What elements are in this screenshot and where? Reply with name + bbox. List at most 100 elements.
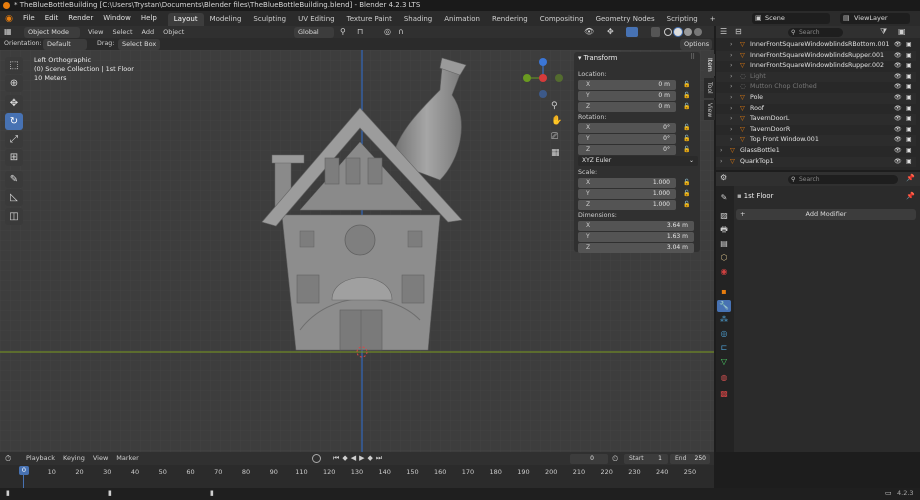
shading-solid-icon[interactable] (674, 28, 682, 36)
render-camera-icon[interactable]: ▣ (906, 93, 912, 104)
expand-chevron-icon[interactable]: › (730, 104, 733, 115)
scene-selector[interactable]: ▣ Scene (752, 13, 830, 24)
location-x-field[interactable]: X0 m (578, 80, 676, 90)
visibility-eye-icon[interactable]: 👁 (894, 104, 902, 115)
zoom-icon[interactable]: ⚲ (551, 101, 558, 111)
location-z-field[interactable]: Z0 m (578, 102, 676, 112)
options-dropdown[interactable]: Options (680, 38, 712, 50)
lock-icon[interactable]: 🔓 (683, 146, 690, 154)
measure-tool-icon[interactable]: ◺ (5, 189, 23, 206)
render-camera-icon[interactable]: ▣ (906, 114, 912, 125)
tab-tool[interactable]: Tool (704, 78, 715, 98)
overlay-toggle-icon[interactable] (626, 27, 638, 37)
view-layer-icon[interactable]: ▤ (717, 238, 731, 250)
outliner-row[interactable]: › ◌ Light 👁 ▣ (716, 71, 916, 83)
display-mode-icon[interactable]: ⊟ (735, 26, 742, 38)
tab-view[interactable]: View (704, 100, 715, 120)
modifier-properties-icon[interactable]: 🔧 (717, 300, 731, 312)
add-workspace-button[interactable]: + (704, 13, 722, 26)
shading-rendered-icon[interactable] (694, 28, 702, 36)
tab-scripting[interactable]: Scripting (661, 13, 704, 26)
marker-menu[interactable]: Marker (116, 452, 138, 465)
visibility-eye-icon[interactable]: 👁 (894, 146, 902, 157)
expand-chevron-icon[interactable]: › (730, 72, 733, 83)
expand-chevron-icon[interactable]: › (730, 125, 733, 136)
world-properties-icon[interactable]: ◉ (717, 266, 731, 278)
render-camera-icon[interactable]: ▣ (906, 104, 912, 115)
outliner-row[interactable]: › ▽ Pole 👁 ▣ (716, 93, 916, 104)
rotation-z-field[interactable]: Z 0° (578, 145, 676, 155)
tab-animation[interactable]: Animation (438, 13, 486, 26)
render-camera-icon[interactable]: ▣ (906, 72, 912, 83)
render-camera-icon[interactable]: ▣ (906, 61, 912, 72)
move-tool-icon[interactable]: ✥ (5, 95, 23, 112)
tab-uv-editing[interactable]: UV Editing (292, 13, 341, 26)
tab-compositing[interactable]: Compositing (534, 13, 590, 26)
expand-chevron-icon[interactable]: › (730, 61, 733, 72)
visibility-icon[interactable]: 👁 (584, 26, 594, 38)
dimensions-z-field[interactable]: Z 3.04 m (578, 243, 694, 253)
render-camera-icon[interactable]: ▣ (906, 40, 912, 51)
rotation-y-field[interactable]: Y 0° (578, 134, 676, 144)
viewport-menu-add[interactable]: Add (142, 26, 155, 38)
add-cube-tool-icon[interactable]: ◫ (5, 208, 23, 225)
annotate-tool-icon[interactable]: ✎ (5, 171, 23, 188)
render-camera-icon[interactable]: ▣ (906, 135, 912, 146)
start-frame-field[interactable]: Start 1 (624, 454, 668, 464)
expand-chevron-icon[interactable]: › (730, 135, 733, 146)
visibility-eye-icon[interactable]: 👁 (894, 93, 902, 104)
tab-layout[interactable]: Layout (167, 12, 204, 26)
dimensions-x-field[interactable]: X 3.64 m (578, 221, 694, 231)
physics-icon[interactable]: ◎ (717, 328, 731, 340)
timeline-editor-icon[interactable]: ⏱ (5, 452, 11, 465)
object-properties-icon[interactable]: ▪ (717, 286, 731, 298)
outliner-row[interactable]: › ▽ Roof 👁 ▣ (716, 104, 916, 115)
expand-chevron-icon[interactable]: › (730, 51, 733, 62)
editor-type-icon[interactable]: ▦ (4, 26, 12, 38)
transform-orientation-dropdown[interactable]: Global (294, 26, 334, 38)
visibility-eye-icon[interactable]: 👁 (894, 51, 902, 62)
dimensions-y-field[interactable]: Y 1.63 m (578, 232, 694, 242)
outliner-row[interactable]: › ▽ InnerFrontSquareWindowblindsRBottom.00… (716, 40, 916, 51)
auto-keying-icon[interactable] (312, 454, 321, 463)
expand-chevron-icon[interactable]: › (720, 146, 723, 157)
menu-help[interactable]: Help (136, 11, 162, 26)
shading-wireframe-icon[interactable] (664, 28, 672, 36)
render-camera-icon[interactable]: ▣ (906, 157, 912, 168)
menu-file[interactable]: File (18, 11, 40, 26)
keying-menu[interactable]: Keying (63, 452, 85, 465)
rotation-x-field[interactable]: X 0° (578, 123, 676, 133)
lock-icon[interactable]: 🔓 (683, 135, 690, 143)
tab-rendering[interactable]: Rendering (486, 13, 534, 26)
visibility-eye-icon[interactable]: 👁 (894, 157, 902, 168)
menu-render[interactable]: Render (63, 11, 98, 26)
lock-icon[interactable]: 🔓 (683, 103, 690, 111)
play-icon[interactable]: ▶ (359, 452, 364, 465)
pan-hand-icon[interactable]: ✋ (551, 116, 562, 126)
outliner-row[interactable]: › ▽ InnerFrontSquareWindowblindsRupper.002… (716, 61, 916, 72)
lock-icon[interactable]: 🔓 (683, 179, 690, 187)
outliner-row[interactable]: › ◌ Mutton Chop Clothed 👁 ▣ (716, 82, 916, 93)
particles-icon[interactable]: ⁂ (717, 314, 731, 326)
lock-icon[interactable]: 🔓 (683, 92, 690, 100)
preview-range-icon[interactable]: ⏲ (612, 452, 618, 465)
visibility-eye-icon[interactable]: 👁 (894, 40, 902, 51)
render-properties-icon[interactable]: ▨ (717, 210, 731, 222)
filter-icon[interactable]: ⧩ (880, 26, 887, 38)
scale-y-field[interactable]: Y 1.000 (578, 189, 676, 199)
outliner-row[interactable]: › ▽ TavernDoorL 👁 ▣ (716, 114, 916, 125)
timeline-view-menu[interactable]: View (93, 452, 108, 465)
next-keyframe-icon[interactable]: ◆ (367, 452, 372, 465)
expand-chevron-icon[interactable]: › (720, 157, 723, 168)
menu-window[interactable]: Window (98, 11, 136, 26)
tab-geometry-nodes[interactable]: Geometry Nodes (590, 13, 661, 26)
cursor-tool-icon[interactable]: ⊕ (5, 75, 23, 92)
pin-icon[interactable]: 📌 (906, 174, 915, 182)
proportional-edit-icon[interactable]: ◎ (384, 26, 391, 38)
viewport-menu-view[interactable]: View (88, 26, 103, 38)
snap-icon[interactable]: ⊓ (357, 26, 363, 38)
prev-keyframe-icon[interactable]: ◆ (342, 452, 347, 465)
scale-z-field[interactable]: Z 1.000 (578, 200, 676, 210)
current-frame-field[interactable]: 0 (570, 454, 608, 464)
viewport-menu-object[interactable]: Object (163, 26, 184, 38)
